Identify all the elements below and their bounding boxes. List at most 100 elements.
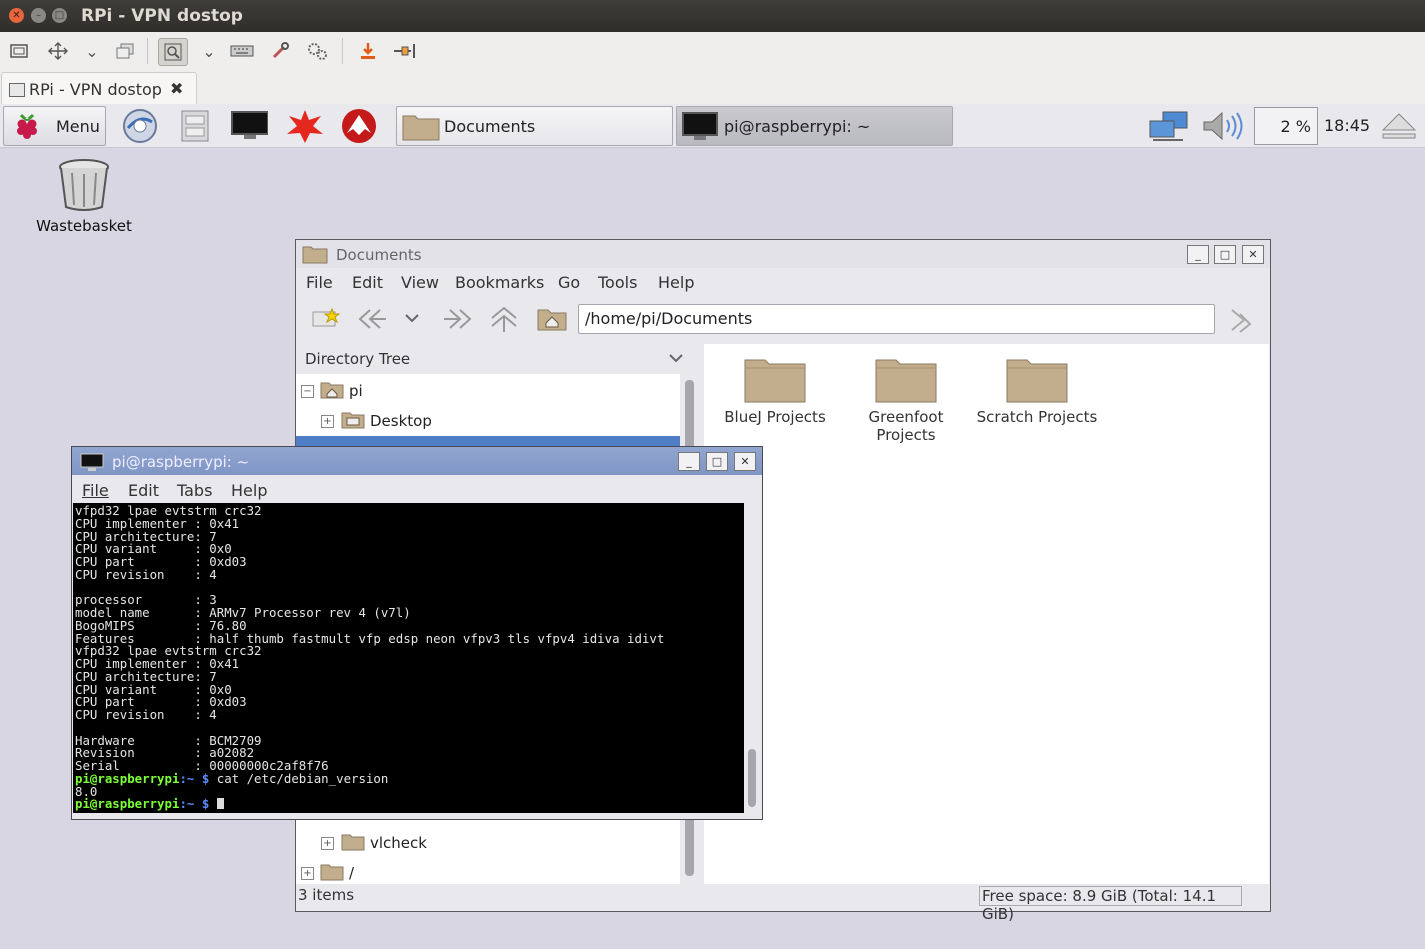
wastebasket-desktop-icon[interactable]: Wastebasket: [36, 157, 132, 237]
term-menu-help[interactable]: Help: [231, 481, 267, 500]
directory-tree-header[interactable]: Directory Tree: [296, 340, 700, 374]
fm-minimize-button[interactable]: _: [1187, 245, 1209, 264]
terminal-maximize-button[interactable]: □: [706, 452, 728, 471]
chevron-down-icon[interactable]: ⌄: [78, 38, 106, 64]
eject-icon[interactable]: [1380, 108, 1418, 144]
folder-icon: [341, 834, 365, 851]
minimize-window-icon[interactable]: [354, 38, 382, 64]
web-browser-icon[interactable]: [120, 108, 158, 144]
volume-icon[interactable]: [1200, 108, 1246, 144]
switch-tab-icon[interactable]: [111, 38, 139, 64]
cpu-monitor[interactable]: 2 %: [1254, 107, 1318, 145]
terminal-icon: [80, 453, 104, 471]
terminal-cursor: [216, 798, 224, 810]
path-text: /home/pi/Documents: [585, 309, 753, 328]
file-item[interactable]: BlueJ Projects: [710, 354, 840, 426]
file-label: BlueJ Projects: [724, 408, 826, 426]
fm-maximize-button[interactable]: □: [1214, 245, 1236, 264]
file-label: Greenfoot Projects: [868, 408, 944, 444]
cpu-usage: 2 %: [1280, 117, 1311, 136]
preferences-icon[interactable]: [303, 38, 331, 64]
outer-window-title: RPi - VPN dostop: [81, 6, 243, 26]
outer-close-button[interactable]: ✕: [9, 8, 24, 23]
file-list: BlueJ Projects Greenfoot Projects Scratc…: [704, 344, 1269, 884]
scale-icon[interactable]: [158, 38, 188, 66]
remmina-tab-bar: RPi - VPN dostop ✖: [0, 70, 1425, 105]
menu-label: Menu: [56, 117, 100, 136]
folder-icon: [744, 359, 806, 403]
prompt-path: :~ $: [179, 770, 210, 786]
chevron-down-icon[interactable]: ⌄: [195, 38, 223, 64]
terminal-icon[interactable]: [230, 108, 268, 144]
up-arrow-icon[interactable]: [488, 304, 520, 334]
terminal-minimize-button[interactable]: _: [678, 452, 700, 471]
status-free-space: Free space: 8.9 GiB (Total: 14.1 GiB): [979, 886, 1242, 923]
fm-close-button[interactable]: ✕: [1242, 245, 1264, 264]
expand-icon[interactable]: +: [321, 415, 334, 428]
term-menu-tabs[interactable]: Tabs: [177, 481, 212, 500]
go-icon[interactable]: [1226, 306, 1256, 334]
remote-desktop-icon: [9, 83, 25, 97]
terminal-title: pi@raspberrypi: ~: [112, 453, 250, 471]
menu-help[interactable]: Help: [658, 273, 694, 292]
mathematica-icon[interactable]: [339, 108, 377, 144]
term-menu-file[interactable]: File: [82, 481, 109, 500]
menu-edit[interactable]: Edit: [352, 273, 383, 292]
keyboard-icon[interactable]: [228, 38, 256, 64]
remmina-toolbar: ⌄ ⌄: [0, 32, 1425, 71]
tree-item-root[interactable]: /: [349, 864, 354, 882]
directory-tree-label: Directory Tree: [305, 350, 411, 368]
file-item[interactable]: Scratch Projects: [972, 354, 1102, 426]
wolfram-icon[interactable]: [285, 108, 323, 144]
tree-item-vlcheck[interactable]: vlcheck: [370, 834, 427, 852]
menu-view[interactable]: View: [401, 273, 439, 292]
terminal-scrollbar[interactable]: [745, 503, 761, 813]
file-manager-icon[interactable]: [176, 108, 214, 144]
terminal-menubar: File Edit Tabs Help: [72, 475, 762, 503]
expand-icon[interactable]: +: [301, 867, 314, 880]
terminal-screen[interactable]: vfpd32 lpae evtstrm crc32 CPU implemente…: [73, 503, 744, 813]
path-input[interactable]: /home/pi/Documents: [578, 304, 1215, 334]
raspberry-icon: [17, 113, 37, 139]
network-icon[interactable]: [1146, 108, 1192, 144]
desktop-folder-icon: [341, 412, 365, 429]
collapse-icon[interactable]: −: [301, 385, 314, 398]
term-menu-edit[interactable]: Edit: [128, 481, 159, 500]
forward-arrow-icon[interactable]: [440, 306, 474, 332]
menu-button[interactable]: Menu: [3, 106, 106, 146]
chevron-down-icon[interactable]: [668, 352, 684, 364]
tab-rpi-vpn[interactable]: RPi - VPN dostop ✖: [1, 72, 197, 105]
expand-icon[interactable]: +: [321, 837, 334, 850]
fm-toolbar: /home/pi/Documents: [296, 298, 1270, 340]
outer-maximize-button[interactable]: □: [52, 8, 67, 23]
close-tab-icon[interactable]: ✖: [170, 79, 183, 98]
trash-icon: [59, 159, 109, 211]
clock[interactable]: 18:45: [1324, 116, 1370, 135]
tree-item-desktop[interactable]: Desktop: [370, 412, 432, 430]
tree-item-pi[interactable]: pi: [349, 382, 363, 400]
menu-tools[interactable]: Tools: [598, 273, 637, 292]
folder-icon: [302, 246, 328, 264]
home-folder-icon[interactable]: [536, 306, 568, 332]
taskbar-terminal[interactable]: pi@raspberrypi: ~: [676, 106, 953, 146]
outer-minimize-button[interactable]: –: [31, 8, 46, 23]
menu-bookmarks[interactable]: Bookmarks: [455, 273, 544, 292]
chevron-down-icon[interactable]: [402, 310, 422, 328]
autofit-icon[interactable]: [44, 38, 72, 64]
tools-icon[interactable]: [266, 38, 294, 64]
home-folder-icon: [320, 382, 344, 399]
disconnect-icon[interactable]: [390, 38, 418, 64]
file-label: Scratch Projects: [976, 408, 1098, 426]
taskbar-documents[interactable]: Documents: [396, 106, 673, 146]
menu-file[interactable]: File: [306, 273, 333, 292]
fm-title-bar[interactable]: Documents _ □ ✕: [296, 240, 1270, 268]
menu-go[interactable]: Go: [558, 273, 580, 292]
file-item[interactable]: Greenfoot Projects: [841, 354, 971, 444]
folder-icon: [875, 359, 937, 403]
terminal-title-bar[interactable]: pi@raspberrypi: ~ _ □ ✕: [72, 447, 762, 475]
terminal-close-button[interactable]: ✕: [734, 452, 756, 471]
fm-title: Documents: [336, 246, 422, 264]
back-arrow-icon[interactable]: [356, 306, 390, 332]
new-tab-icon[interactable]: [310, 306, 342, 332]
fullscreen-icon[interactable]: [5, 38, 33, 64]
